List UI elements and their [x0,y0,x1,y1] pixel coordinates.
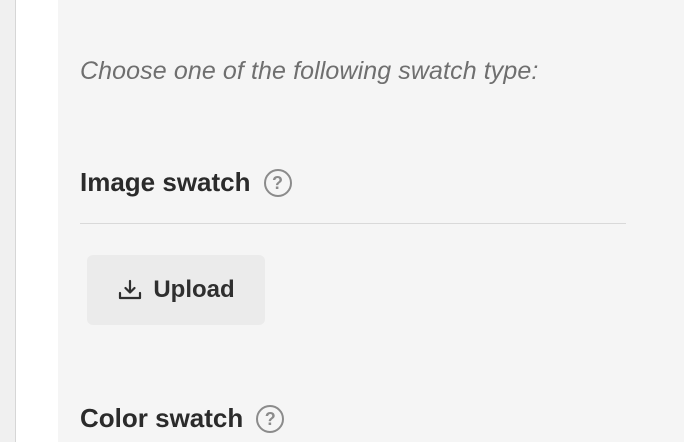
swatch-settings-page: Choose one of the following swatch type:… [0,0,684,442]
upload-button-label: Upload [153,276,235,303]
download-icon [119,279,142,300]
color-swatch-heading: Color swatch ? [80,403,285,434]
left-sidebar-edge [0,0,16,442]
help-icon[interactable]: ? [263,168,292,197]
swatch-type-instructions: Choose one of the following swatch type: [80,57,539,85]
image-swatch-label: Image swatch [80,167,251,197]
section-divider [80,223,626,224]
help-icon[interactable]: ? [256,404,285,433]
upload-button[interactable]: Upload [87,255,265,325]
image-swatch-heading: Image swatch ? [80,167,292,198]
content-gutter [16,0,58,442]
color-swatch-label: Color swatch [80,403,244,433]
